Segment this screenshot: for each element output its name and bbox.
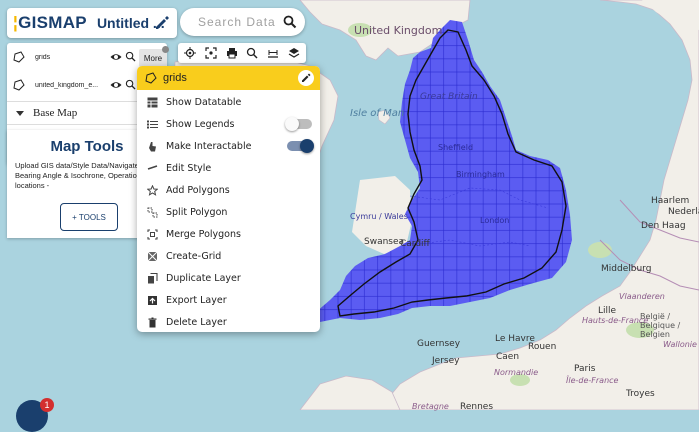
menu-item-label: Split Polygon	[166, 207, 228, 218]
map-label-paris: Paris	[574, 364, 596, 374]
menu-item-add-polygons[interactable]: Add Polygons	[137, 180, 320, 201]
menu-item-label: Export Layer	[166, 295, 227, 306]
menu-item-merge-polygons[interactable]: Merge Polygons	[137, 224, 320, 245]
map-label-sheffield: Sheffield	[438, 143, 474, 152]
zoom-to-layer-icon[interactable]	[125, 51, 136, 62]
menu-layer-name: grids	[163, 72, 187, 84]
map-label-jersey: Jersey	[432, 356, 460, 366]
map-label-cardiff: Cardiff	[400, 239, 430, 249]
map-label-rouen: Rouen	[528, 342, 557, 352]
menu-item-label: Show Datatable	[166, 97, 242, 108]
list-icon	[146, 119, 158, 131]
menu-item-label: Create-Grid	[166, 251, 222, 262]
menu-item-label: Delete Layer	[166, 317, 227, 328]
show-legends-toggle[interactable]	[285, 117, 312, 131]
menu-item-show-datatable[interactable]: Show Datatable	[137, 92, 320, 113]
layer-name: united_kingdom_e...	[35, 81, 99, 89]
layer-context-menu: grids Show Datatable Show Legends Make I…	[137, 66, 320, 332]
menu-item-label: Edit Style	[166, 163, 212, 174]
map-label-guernsey: Guernsey	[417, 339, 461, 349]
map-label-rennes: Rennes	[460, 402, 494, 412]
basemap-label: Base Map	[33, 107, 78, 119]
map-label-vlaanderen: Vlaanderen	[619, 292, 665, 301]
layers-icon[interactable]	[286, 46, 301, 61]
search-icon[interactable]	[283, 15, 297, 29]
map-label-united-kingdom: United Kingdom	[354, 24, 443, 37]
menu-item-show-legends[interactable]: Show Legends	[137, 114, 320, 135]
search-box	[180, 8, 305, 36]
grid-icon	[146, 251, 158, 263]
map-label-london: London	[480, 216, 510, 225]
map-label-great-britain: Great Britain	[420, 92, 478, 102]
polygon-icon	[13, 51, 25, 63]
merge-icon	[146, 229, 158, 241]
menu-item-edit-style[interactable]: Edit Style	[137, 158, 320, 179]
eye-icon[interactable]	[110, 79, 122, 91]
map-label-troyes: Troyes	[626, 389, 655, 399]
menu-header: grids	[137, 66, 320, 90]
map-label-belgie: België / Belgique / Belgien	[640, 312, 681, 339]
search-input[interactable]	[196, 14, 286, 30]
menu-item-duplicate-layer[interactable]: Duplicate Layer	[137, 268, 320, 289]
map-label-isle-of-man: Isle of Man	[350, 108, 405, 119]
zoom-to-layer-icon[interactable]	[125, 79, 136, 90]
map-toolbar	[178, 43, 306, 63]
menu-item-label: Duplicate Layer	[166, 273, 241, 284]
map-label-normandie: Normandie	[494, 368, 539, 377]
map-label-hauts-de-france: Hauts-de-France	[582, 316, 649, 325]
star-icon	[146, 185, 158, 197]
chevron-down-icon	[16, 110, 24, 116]
split-icon	[146, 207, 158, 219]
locate-icon[interactable]	[183, 46, 198, 61]
eye-icon[interactable]	[110, 51, 122, 63]
map-label-middelburg: Middelburg	[601, 264, 652, 274]
map-label-lille: Lille	[598, 306, 617, 316]
make-interactable-toggle[interactable]	[287, 139, 314, 153]
measure-icon[interactable]	[265, 46, 280, 61]
chat-button[interactable]: 1	[16, 398, 54, 432]
more-button[interactable]: More	[139, 46, 169, 67]
map-label-haarlem: Haarlem	[651, 196, 690, 206]
menu-item-label: Show Legends	[166, 119, 235, 130]
map-label-birmingham: Birmingham	[456, 170, 505, 179]
map-label-swansea: Swansea	[364, 237, 405, 247]
app-logo[interactable]: ¦GISMAP	[13, 13, 87, 33]
menu-item-label: Make Interactable	[166, 141, 252, 152]
map-label-cymru: Cymru / Wales	[350, 212, 408, 221]
copy-icon	[146, 273, 158, 285]
add-tools-button[interactable]: + TOOLS	[60, 203, 118, 231]
menu-item-delete-layer[interactable]: Delete Layer	[137, 312, 320, 332]
table-icon	[146, 97, 158, 109]
layer-name: grids	[35, 53, 51, 61]
rename-layer-button[interactable]	[298, 70, 314, 86]
menu-item-label: Add Polygons	[166, 185, 230, 196]
menu-item-split-polygon[interactable]: Split Polygon	[137, 202, 320, 223]
edit-title-icon[interactable]	[153, 14, 171, 32]
polygon-icon	[145, 72, 157, 84]
pointer-icon	[146, 141, 158, 153]
menu-item-create-grid[interactable]: Create-Grid	[137, 246, 320, 267]
map-label-den-haag: Den Haag	[641, 221, 686, 231]
delete-icon	[146, 317, 158, 329]
gps-icon[interactable]	[203, 46, 218, 61]
map-label-nederland: Nederland	[668, 207, 699, 217]
map-label-ile-de-france: Île-de-France	[566, 376, 619, 385]
menu-item-make-interactable[interactable]: Make Interactable	[137, 136, 320, 157]
pencil-icon	[302, 73, 311, 82]
polygon-icon	[13, 79, 25, 91]
menu-item-label: Merge Polygons	[166, 229, 241, 240]
export-icon	[146, 295, 158, 307]
map-label-caen: Caen	[496, 352, 520, 362]
brand-bar: ¦GISMAP Untitled ...	[7, 8, 177, 38]
menu-item-export-layer[interactable]: Export Layer	[137, 290, 320, 311]
map-label-wallonie: Wallonie	[663, 340, 697, 349]
more-badge	[162, 46, 169, 53]
zoom-icon[interactable]	[245, 46, 260, 61]
brush-icon	[146, 163, 158, 175]
print-icon[interactable]	[224, 46, 239, 61]
